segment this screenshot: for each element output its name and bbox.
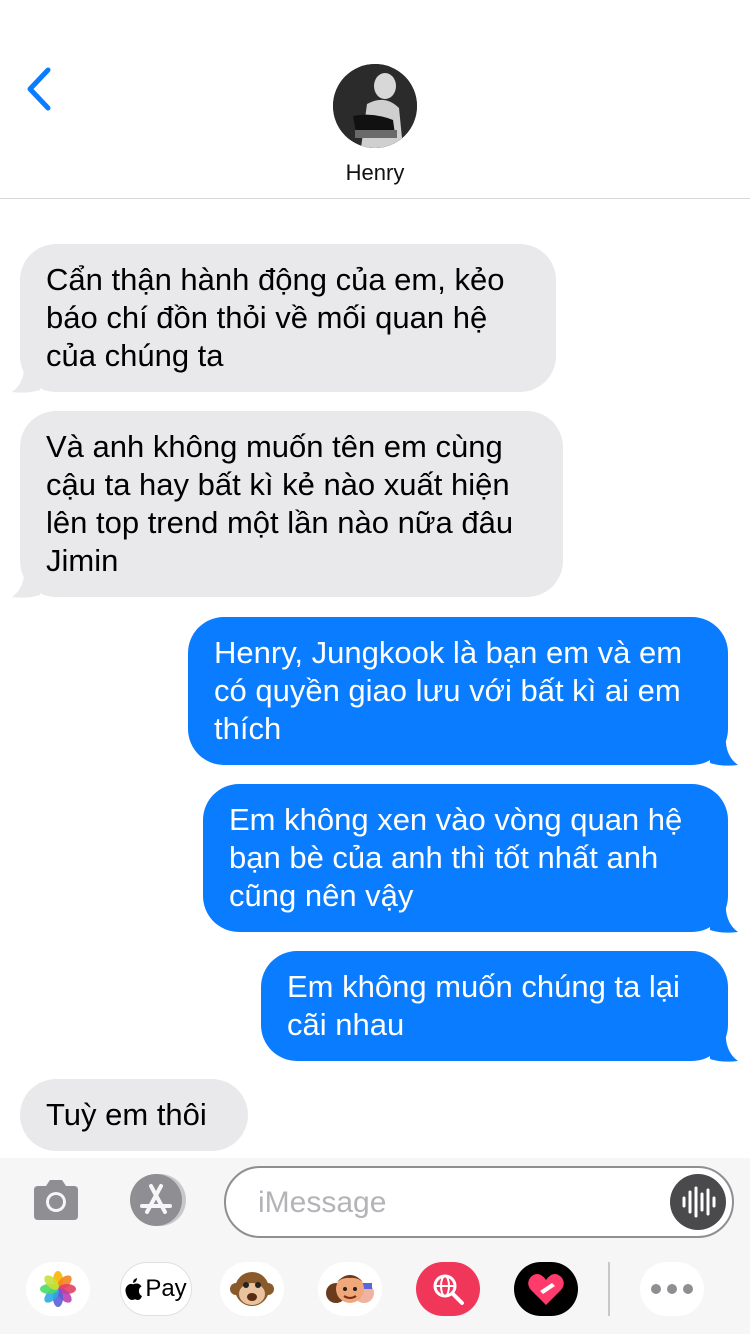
memoji-button[interactable] [318, 1262, 382, 1316]
incoming-message[interactable]: Và anh không muốn tên em cùng cậu ta hay… [20, 411, 563, 597]
back-button[interactable] [22, 64, 62, 114]
incoming-message[interactable]: Tuỳ em thôi [20, 1079, 248, 1151]
audio-message-button[interactable] [670, 1174, 726, 1230]
apple-pay-button[interactable]: Pay [120, 1262, 192, 1316]
animoji-monkey-icon [230, 1272, 274, 1306]
photos-icon [40, 1271, 76, 1307]
bubble-tail-outgoing [710, 900, 738, 933]
contact-avatar[interactable] [333, 64, 417, 148]
digital-touch-button[interactable] [514, 1262, 578, 1316]
apple-pay-label: Pay [145, 1275, 187, 1302]
memoji-icon [326, 1275, 374, 1303]
bubble-tail-outgoing [710, 1029, 738, 1062]
contact-name[interactable]: Henry [0, 160, 750, 186]
app-strip-divider [608, 1262, 610, 1316]
more-icon [651, 1284, 693, 1294]
message-text: Henry, Jungkook là bạn em và em có quyền… [214, 635, 683, 746]
photos-app-button[interactable] [26, 1262, 90, 1316]
outgoing-message[interactable]: Em không xen vào vòng quan hệ bạn bè của… [203, 784, 728, 932]
web-search-icon [433, 1274, 464, 1305]
bubble-tail-incoming [12, 360, 40, 393]
more-apps-button[interactable] [640, 1262, 704, 1316]
imessage-input[interactable] [256, 1168, 660, 1238]
web-search-button[interactable] [416, 1262, 480, 1316]
app-store-button[interactable] [124, 1172, 190, 1228]
app-store-icon [130, 1174, 186, 1226]
bubble-tail-incoming [12, 565, 40, 598]
message-input-container [224, 1166, 734, 1238]
outgoing-message[interactable]: Em không muốn chúng ta lại cãi nhau [261, 951, 728, 1061]
camera-icon [34, 1180, 78, 1220]
conversation-header: Henry [0, 0, 750, 199]
waveform-icon [682, 1186, 716, 1218]
outgoing-message[interactable]: Henry, Jungkook là bạn em và em có quyền… [188, 617, 728, 765]
digital-touch-heart-icon [528, 1274, 564, 1305]
animoji-button[interactable] [220, 1262, 284, 1316]
camera-button[interactable] [30, 1178, 82, 1222]
message-text: Và anh không muốn tên em cùng cậu ta hay… [46, 429, 514, 578]
bubble-tail-outgoing [710, 733, 738, 766]
chevron-left-icon [27, 67, 51, 111]
avatar-photo [333, 64, 417, 148]
message-text: Tuỳ em thôi [46, 1097, 207, 1132]
message-text: Em không muốn chúng ta lại cãi nhau [287, 969, 680, 1042]
incoming-message[interactable]: Cẩn thận hành động của em, kẻo báo chí đ… [20, 244, 556, 392]
message-text: Em không xen vào vòng quan hệ bạn bè của… [229, 802, 683, 913]
message-text: Cẩn thận hành động của em, kẻo báo chí đ… [46, 262, 505, 373]
apple-logo-icon [125, 1278, 143, 1300]
